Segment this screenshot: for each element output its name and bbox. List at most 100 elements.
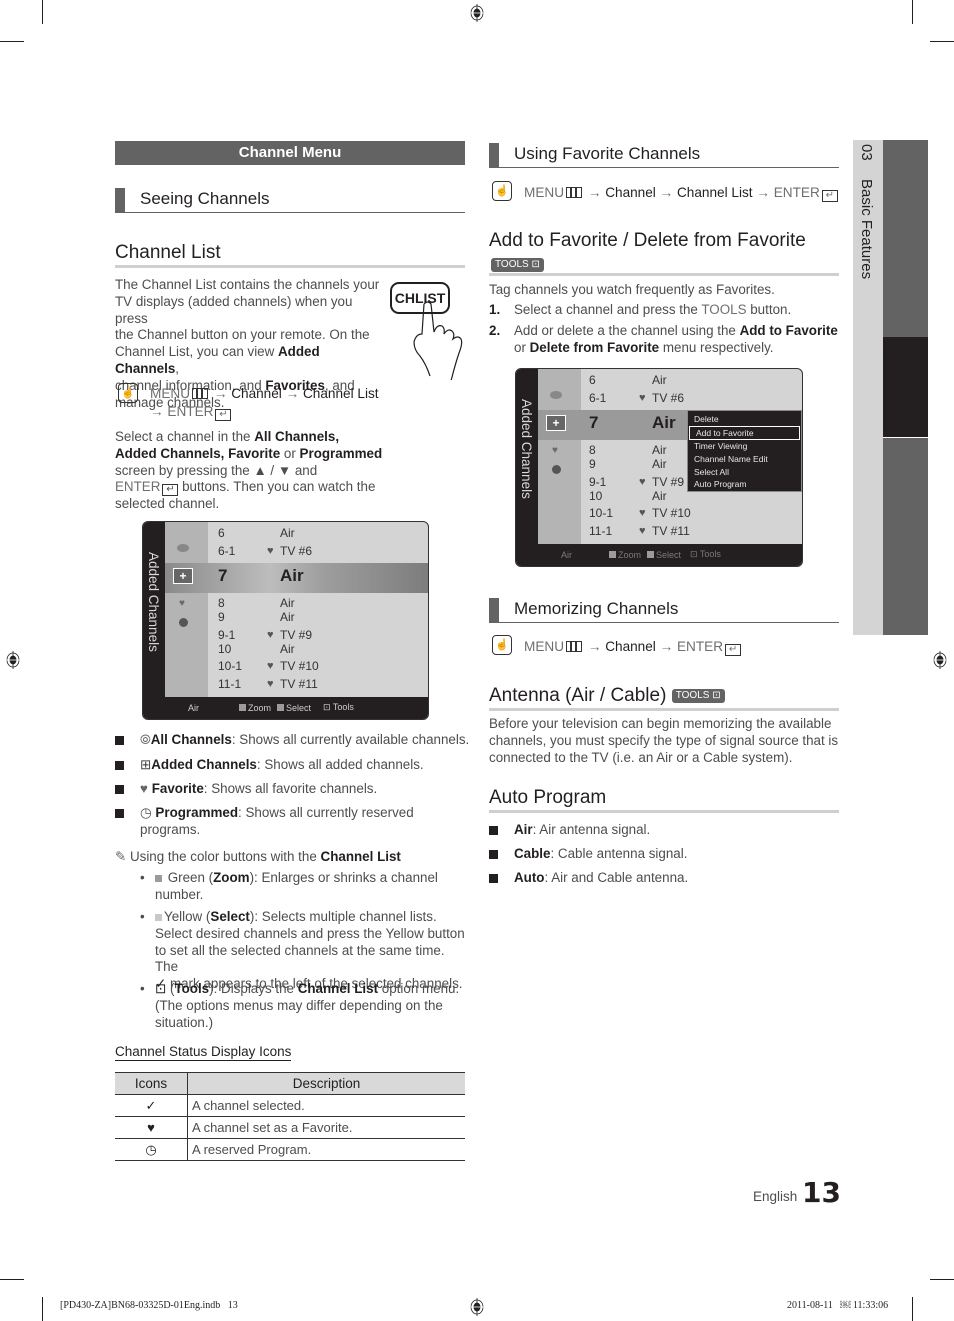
programmed-icon [179, 618, 188, 627]
channel-list-title: Channel List [115, 242, 221, 263]
channel-name[interactable]: TV #10 [280, 659, 319, 673]
channel-number[interactable]: 11-1 [589, 524, 612, 538]
list-item: Air: Air antenna signal. [514, 822, 651, 837]
added-channels-icon: ⊞ [140, 757, 152, 772]
crop-mark [0, 1279, 24, 1280]
popup-item-add-to-favorite[interactable]: Add to Favorite [689, 425, 800, 441]
favorite-icon: ♥ [179, 598, 185, 609]
favorite-icon: ♥ [552, 445, 558, 456]
channel-number[interactable]: 10 [218, 642, 231, 656]
channel-number[interactable]: 6 [589, 373, 596, 387]
favorite-heart-icon: ♥ [267, 629, 274, 641]
channel-number[interactable]: 9-1 [218, 628, 235, 642]
favorite-heart-icon: ♥ [267, 660, 274, 672]
list-item: ⦾All Channels: Shows all currently avail… [140, 732, 470, 747]
channel-number[interactable]: 10-1 [589, 506, 613, 520]
channel-number[interactable]: 8 [218, 596, 225, 610]
note-pencil-icon: ✎ [115, 849, 127, 864]
tools-popup-menu: Delete Add to Favorite Timer Viewing Cha… [687, 410, 802, 492]
menu-icon [566, 187, 583, 198]
added-channels-icon: + [173, 568, 193, 584]
divider [115, 265, 465, 268]
green-button-icon [239, 704, 246, 711]
registration-mark-icon [6, 651, 20, 669]
table-header-row: Icons Description [115, 1072, 465, 1095]
menu-icon [566, 641, 583, 652]
channel-name[interactable]: TV #11 [280, 677, 318, 691]
list-item: Auto: Air and Cable antenna. [514, 870, 689, 885]
channel-name[interactable]: TV #10 [652, 506, 691, 520]
crop-mark [0, 41, 24, 42]
auto-program-title: Auto Program [489, 787, 607, 808]
programmed-icon: ◷ [140, 805, 152, 820]
channel-number[interactable]: 7 [589, 413, 598, 433]
registration-mark-icon [933, 651, 947, 669]
channel-number[interactable]: 11-1 [218, 677, 241, 691]
crop-mark [912, 1297, 913, 1321]
tools-icon: ⊡ [155, 981, 167, 996]
chapter-number: 03 [858, 144, 875, 161]
memorizing-heading: Memorizing Channels [489, 598, 839, 623]
green-button-icon [609, 551, 616, 558]
channel-name[interactable]: TV #6 [280, 544, 312, 558]
channel-name[interactable]: Air [280, 526, 295, 540]
side-tab-bar [883, 438, 928, 635]
seeing-channels-heading: Seeing Channels [115, 188, 465, 213]
channel-name[interactable]: TV #11 [652, 524, 690, 538]
channel-number[interactable]: 6-1 [589, 391, 606, 405]
channel-number[interactable]: 7 [218, 566, 227, 586]
crop-mark [42, 0, 43, 24]
popup-item-timer-viewing[interactable]: Timer Viewing [688, 440, 801, 453]
status-icons-title: Channel Status Display Icons [115, 1044, 292, 1061]
list-item: ◷ Programmed: Shows all currently reserv… [140, 805, 414, 837]
channel-name[interactable]: Air [652, 443, 667, 457]
list-item: ⊞Added Channels: Shows all added channel… [140, 757, 424, 772]
favorite-heart-icon: ♥ [267, 545, 274, 557]
tag-paragraph: Tag channels you watch frequently as Fav… [489, 282, 775, 297]
channel-name[interactable]: TV #9 [280, 628, 312, 642]
tools-icon: ⊡ [323, 702, 331, 712]
popup-item-select-all[interactable]: Select All [688, 466, 801, 479]
popup-item-auto-program[interactable]: Auto Program [688, 478, 801, 491]
channel-number[interactable]: 6-1 [218, 544, 235, 558]
green-button-icon [155, 875, 162, 882]
clock-icon: ◷ [115, 1138, 188, 1161]
channel-number[interactable]: 10 [589, 489, 602, 503]
channel-name[interactable]: Air [280, 610, 295, 624]
color-buttons-note: ✎ Using the color buttons with the Chann… [115, 849, 401, 864]
using-favorite-heading: Using Favorite Channels [489, 143, 839, 168]
favorite-icon: ♥ [140, 781, 148, 796]
channel-name[interactable]: TV #9 [652, 475, 684, 489]
enter-icon: ↵ [162, 484, 179, 497]
channel-number[interactable]: 9 [589, 457, 596, 471]
page-language: English [753, 1189, 798, 1204]
enter-icon: ↵ [725, 644, 742, 656]
channel-name[interactable]: Air [280, 642, 295, 656]
divider [489, 708, 839, 711]
menu-hand-icon: ☝ [492, 181, 512, 201]
crop-mark [930, 1279, 954, 1280]
channel-number[interactable]: 6 [218, 526, 225, 540]
channel-name[interactable]: Air [652, 413, 676, 433]
crop-mark [912, 0, 913, 24]
popup-item-delete[interactable]: Delete [688, 413, 801, 426]
channel-number[interactable]: 10-1 [218, 659, 242, 673]
channel-number[interactable]: 9 [218, 610, 225, 624]
channel-name[interactable]: Air [652, 373, 667, 387]
table-row: ◷ A reserved Program. [115, 1138, 465, 1161]
channel-name[interactable]: TV #6 [652, 391, 684, 405]
select-channel-paragraph: Select a channel in the All Channels, Ad… [115, 429, 383, 512]
channel-number[interactable]: 9-1 [589, 475, 606, 489]
channel-name[interactable]: Air [280, 566, 304, 586]
channel-name[interactable]: Air [280, 596, 295, 610]
channel-name[interactable]: Air [652, 457, 667, 471]
channel-list-screen: Added Channels ♥ + 6 Air 6-1 ♥ TV #6 7 Air 8 Air… [142, 521, 429, 720]
channel-number[interactable]: 8 [589, 443, 596, 457]
channel-name[interactable]: Air [652, 489, 667, 503]
tools-icon: ⊡ [690, 549, 698, 559]
divider [489, 810, 839, 813]
divider [489, 273, 839, 276]
favorite-heart-icon: ♥ [639, 525, 646, 537]
page-number: 13 [802, 1176, 841, 1209]
popup-item-channel-name-edit[interactable]: Channel Name Edit [688, 453, 801, 466]
